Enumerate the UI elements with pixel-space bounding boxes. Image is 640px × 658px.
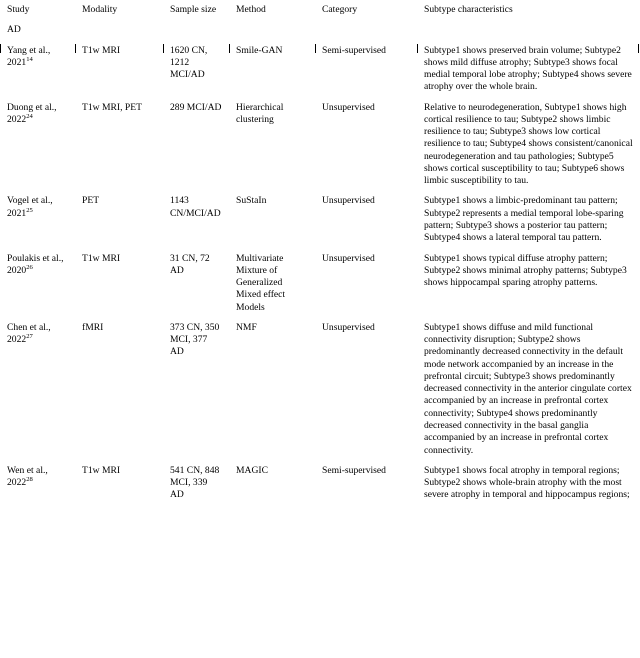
- cell-text: MAGIC: [236, 464, 268, 476]
- cell-text: Hierarchical clustering: [236, 101, 284, 125]
- cell-modality: T1w MRI: [75, 249, 163, 318]
- cell-text: PET: [82, 195, 100, 207]
- cell-text: Subtype1 shows diffuse and mild function…: [424, 321, 632, 456]
- citation-superscript: 26: [26, 263, 33, 271]
- column-header-study: Study: [7, 4, 30, 15]
- cell-subtype: Subtype1 shows diffuse and mild function…: [417, 318, 640, 461]
- subtype-studies-table: Study Modality Sample size Method Catego…: [0, 0, 640, 506]
- cell-sample: 1620 CN, 1212 MCI/AD: [163, 41, 229, 98]
- cell-method: Hierarchical clustering: [229, 98, 315, 192]
- cell-sample: 1143 CN/MCI/AD: [163, 191, 229, 248]
- cell-text: 1143 CN/MCI/AD: [170, 195, 221, 219]
- citation-superscript: 27: [26, 332, 33, 340]
- section-header-row: AD: [0, 20, 640, 40]
- cell-category: Semi-supervised: [315, 41, 417, 98]
- table-row: Yang et al., 202114 T1w MRI 1620 CN, 1212 …: [0, 41, 640, 98]
- cell-text: Unsupervised: [322, 252, 375, 264]
- column-header-category: Category: [322, 4, 358, 15]
- cell-modality: fMRI: [75, 318, 163, 461]
- cell-text: Subtype1 shows focal atrophy in temporal…: [424, 464, 630, 501]
- cell-text: Semi-supervised: [322, 464, 386, 476]
- table-row: Poulakis et al., 202026 T1w MRI 31 CN, 72 …: [0, 249, 640, 318]
- cell-sample: 541 CN, 848 MCI, 339 AD: [163, 461, 229, 506]
- table-container: Study Modality Sample size Method Catego…: [0, 0, 640, 658]
- cell-category: Unsupervised: [315, 98, 417, 192]
- cell-sample: 373 CN, 350 MCI, 377 AD: [163, 318, 229, 461]
- table-row: Wen et al., 202228 T1w MRI 541 CN, 848 MCI…: [0, 461, 640, 506]
- column-header-modality: Modality: [82, 4, 118, 15]
- cell-text: Multivariate Mixture of Generalized Mixe…: [236, 252, 286, 313]
- cell-subtype: Subtype1 shows typical diffuse atrophy p…: [417, 249, 640, 318]
- cell-category: Unsupervised: [315, 249, 417, 318]
- cell-text: Unsupervised: [322, 101, 375, 113]
- cell-text: Relative to neurodegeneration, Subtype1 …: [424, 101, 633, 187]
- cell-text: NMF: [236, 321, 257, 333]
- table-data-rows: Yang et al., 202114 T1w MRI 1620 CN, 1212 …: [0, 41, 640, 506]
- cell-method: NMF: [229, 318, 315, 461]
- cell-method: SuStaIn: [229, 191, 315, 248]
- cell-text: Subtype1 shows a limbic-predominant tau …: [424, 195, 624, 244]
- cell-study: Duong et al., 202224: [0, 98, 75, 192]
- column-header-sample-size: Sample size: [170, 4, 217, 15]
- cell-method: Multivariate Mixture of Generalized Mixe…: [229, 249, 315, 318]
- cell-study: Chen et al., 202227: [0, 318, 75, 461]
- cell-subtype: Subtype1 shows focal atrophy in temporal…: [417, 461, 640, 506]
- cell-text: Subtype1 shows preserved brain volume; S…: [424, 44, 632, 93]
- table-row: Chen et al., 202227 fMRI 373 CN, 350 MCI, …: [0, 318, 640, 461]
- cell-text: Semi-supervised: [322, 44, 386, 56]
- citation-superscript: 28: [26, 475, 33, 483]
- cell-modality: T1w MRI, PET: [75, 98, 163, 192]
- cell-text: Subtype1 shows typical diffuse atrophy p…: [424, 252, 627, 289]
- table-body: AD: [0, 20, 640, 40]
- column-header-method: Method: [236, 4, 266, 15]
- cell-text: 31 CN, 72 AD: [170, 252, 210, 276]
- cell-text: T1w MRI: [82, 44, 121, 56]
- header-row: Study Modality Sample size Method Catego…: [0, 0, 640, 20]
- cell-subtype: Subtype1 shows preserved brain volume; S…: [417, 41, 640, 98]
- cell-text: 541 CN, 848 MCI, 339 AD: [170, 464, 220, 501]
- cell-study: Poulakis et al., 202026: [0, 249, 75, 318]
- cell-text: 289 MCI/AD: [170, 101, 222, 113]
- cell-method: MAGIC: [229, 461, 315, 506]
- table-header: Study Modality Sample size Method Catego…: [0, 0, 640, 20]
- cell-sample: 31 CN, 72 AD: [163, 249, 229, 318]
- column-header-subtype-characteristics: Subtype characteristics: [424, 4, 513, 15]
- cell-category: Semi-supervised: [315, 461, 417, 506]
- citation-superscript: 25: [26, 206, 33, 214]
- cell-study: Yang et al., 202114: [0, 41, 75, 98]
- cell-study: Wen et al., 202228: [0, 461, 75, 506]
- citation-superscript: 24: [26, 112, 33, 120]
- cell-text: fMRI: [82, 321, 104, 333]
- cell-method: Smile-GAN: [229, 41, 315, 98]
- section-label-ad: AD: [7, 24, 21, 36]
- cell-text: Smile-GAN: [236, 44, 283, 56]
- table-row: Duong et al., 202224 T1w MRI, PET 289 MCI/…: [0, 98, 640, 192]
- table-row: Vogel et al., 202125 PET 1143 CN/MCI/AD SuS…: [0, 191, 640, 248]
- cell-text: 1620 CN, 1212 MCI/AD: [170, 44, 208, 81]
- cell-text: T1w MRI: [82, 464, 121, 476]
- cell-text: T1w MRI, PET: [82, 101, 142, 113]
- cell-text: Unsupervised: [322, 321, 375, 333]
- cell-modality: T1w MRI: [75, 41, 163, 98]
- cell-sample: 289 MCI/AD: [163, 98, 229, 192]
- cell-subtype: Subtype1 shows a limbic-predominant tau …: [417, 191, 640, 248]
- cell-text: Unsupervised: [322, 195, 375, 207]
- cell-study: Vogel et al., 202125: [0, 191, 75, 248]
- cell-text: T1w MRI: [82, 252, 121, 264]
- cell-modality: PET: [75, 191, 163, 248]
- cell-category: Unsupervised: [315, 191, 417, 248]
- cell-category: Unsupervised: [315, 318, 417, 461]
- cell-text: SuStaIn: [236, 195, 267, 207]
- citation-superscript: 14: [26, 55, 33, 63]
- cell-text: 373 CN, 350 MCI, 377 AD: [170, 321, 220, 358]
- cell-subtype: Relative to neurodegeneration, Subtype1 …: [417, 98, 640, 192]
- cell-text: Poulakis et al., 2020: [7, 252, 64, 276]
- cell-modality: T1w MRI: [75, 461, 163, 506]
